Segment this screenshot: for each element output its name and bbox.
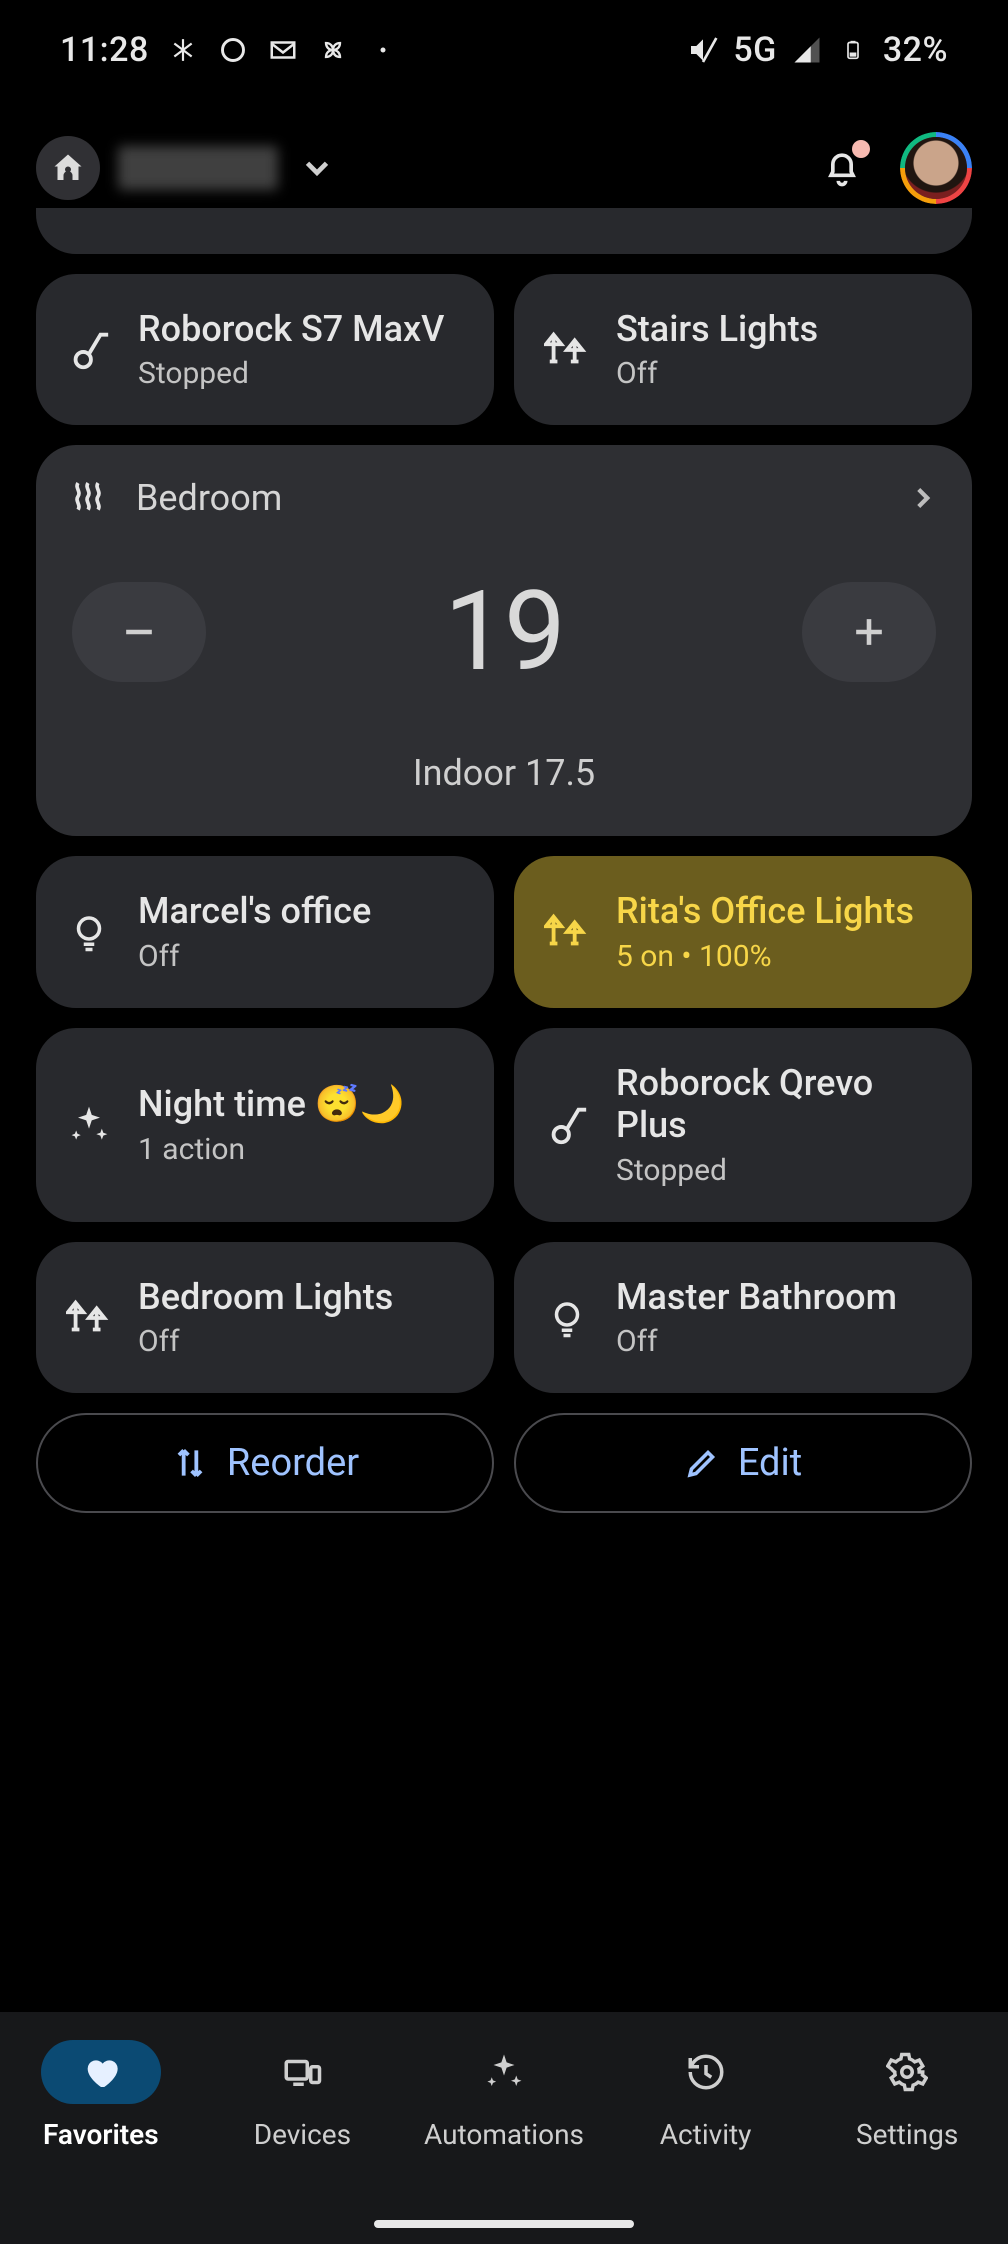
pencil-icon	[684, 1445, 720, 1481]
heat-waves-icon	[68, 478, 108, 518]
nav-devices[interactable]: Devices	[202, 2040, 404, 2151]
tile-title: Roborock S7 MaxV	[138, 308, 444, 350]
history-icon	[685, 2051, 727, 2093]
tile-title: Rita's Office Lights	[616, 890, 914, 932]
reorder-button[interactable]: Reorder	[36, 1413, 494, 1513]
tile-subtitle: 1 action	[138, 1132, 404, 1167]
nav-activity[interactable]: Activity	[605, 2040, 807, 2151]
thermostat-card[interactable]: Bedroom 19 Indoor 17.5	[36, 445, 972, 836]
reorder-icon	[171, 1444, 209, 1482]
gesture-bar[interactable]	[374, 2220, 634, 2228]
thermostat-setpoint: 19	[444, 567, 564, 696]
nav-settings[interactable]: Settings	[806, 2040, 1008, 2151]
lamp-group-icon	[542, 327, 592, 373]
dot-icon	[367, 34, 399, 66]
tile-title: Roborock Qrevo Plus	[616, 1062, 944, 1147]
vacuum-icon	[64, 327, 114, 373]
tile-roborock-qrevo[interactable]: Roborock Qrevo Plus Stopped	[514, 1028, 972, 1222]
tile-subtitle: Off	[616, 1324, 897, 1359]
status-network: 5G	[733, 30, 776, 70]
tile-night-time[interactable]: Night time 😴🌙 1 action	[36, 1028, 494, 1222]
tile-subtitle: Stopped	[138, 356, 444, 391]
tile-title: Stairs Lights	[616, 308, 818, 350]
gear-icon	[886, 2051, 928, 2093]
bulb-icon	[64, 911, 114, 953]
signal-icon	[791, 34, 823, 66]
app-bar	[0, 128, 1008, 208]
nav-automations[interactable]: Automations	[403, 2040, 605, 2151]
tile-stairs-lights[interactable]: Stairs Lights Off	[514, 274, 972, 425]
tile-title: Master Bathroom	[616, 1276, 897, 1318]
pinwheel-icon	[317, 34, 349, 66]
tile-subtitle: Off	[616, 356, 818, 391]
tile-ritas-office-lights[interactable]: Rita's Office Lights 5 on • 100%	[514, 856, 972, 1007]
sparkle-icon	[483, 2051, 525, 2093]
tile-title: Bedroom Lights	[138, 1276, 393, 1318]
status-battery: 32%	[883, 30, 948, 70]
sparkle-icon	[64, 1103, 114, 1147]
tile-subtitle: Off	[138, 939, 371, 974]
chevron-right-icon[interactable]	[906, 481, 940, 515]
snowflake-icon	[167, 34, 199, 66]
nav-label: Devices	[254, 2118, 351, 2151]
lamp-group-icon	[542, 909, 592, 955]
home-name-redacted[interactable]	[118, 146, 278, 190]
reorder-label: Reorder	[227, 1441, 359, 1485]
tile-bedroom-lights[interactable]: Bedroom Lights Off	[36, 1242, 494, 1393]
tile-title: Night time 😴🌙	[138, 1083, 404, 1125]
edit-button[interactable]: Edit	[514, 1413, 972, 1513]
android-status-bar: 11:28 5G 32%	[0, 0, 1008, 100]
edit-label: Edit	[738, 1441, 802, 1485]
vacuum-icon	[542, 1102, 592, 1148]
nav-label: Automations	[424, 2118, 584, 2151]
lamp-group-icon	[64, 1295, 114, 1341]
temperature-down-button[interactable]	[72, 582, 206, 682]
tile-master-bathroom[interactable]: Master Bathroom Off	[514, 1242, 972, 1393]
favorites-grid: Roborock S7 MaxV Stopped Stairs Lights O…	[36, 208, 972, 1984]
mute-icon	[687, 34, 719, 66]
nav-favorites[interactable]: Favorites	[0, 2040, 202, 2151]
status-time: 11:28	[60, 30, 149, 70]
home-icon[interactable]	[36, 136, 100, 200]
nav-label: Settings	[856, 2118, 958, 2151]
tile-subtitle: Off	[138, 1324, 393, 1359]
chevron-down-icon[interactable]	[298, 149, 336, 187]
account-avatar[interactable]	[900, 132, 972, 204]
bottom-nav: Favorites Devices Automations Activity S…	[0, 2012, 1008, 2244]
gmail-icon	[267, 34, 299, 66]
battery-icon	[837, 34, 869, 66]
tile-roborock-s7[interactable]: Roborock S7 MaxV Stopped	[36, 274, 494, 425]
devices-icon	[281, 2051, 323, 2093]
tile-title: Marcel's office	[138, 890, 371, 932]
notification-dot-icon	[852, 140, 870, 158]
tile-marcels-office[interactable]: Marcel's office Off	[36, 856, 494, 1007]
nav-label: Favorites	[43, 2118, 159, 2151]
thermostat-indoor: Indoor 17.5	[68, 752, 940, 794]
heart-icon	[81, 2052, 121, 2092]
notifications-button[interactable]	[820, 146, 864, 190]
nav-label: Activity	[660, 2118, 752, 2151]
partial-tile-top[interactable]	[36, 208, 972, 254]
tile-subtitle: Stopped	[616, 1153, 944, 1188]
bulb-icon	[542, 1297, 592, 1339]
circle-icon	[217, 34, 249, 66]
tile-subtitle: 5 on • 100%	[616, 939, 914, 974]
temperature-up-button[interactable]	[802, 582, 936, 682]
thermostat-room: Bedroom	[136, 477, 282, 519]
